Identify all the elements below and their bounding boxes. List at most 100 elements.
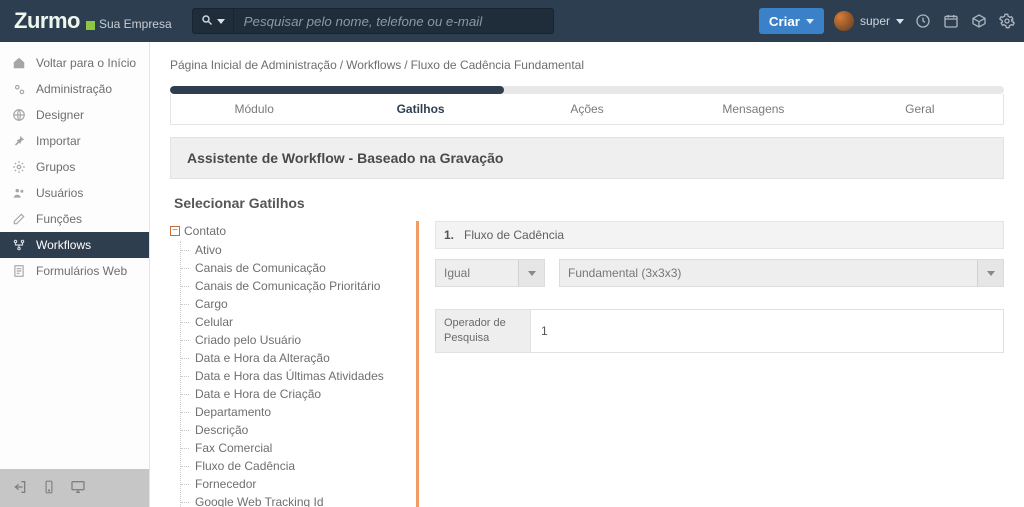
push-pin-icon: [12, 134, 26, 148]
tree-leaf[interactable]: Google Web Tracking Id: [187, 493, 400, 507]
trigger-field-label: Fluxo de Cadência: [464, 228, 564, 242]
sidenav-footer: [0, 469, 149, 507]
sidenav-item-edit[interactable]: Funções: [0, 206, 149, 232]
trigger-row: 1. Fluxo de Cadência: [435, 221, 1004, 249]
tree-leaf[interactable]: Criado pelo Usuário: [187, 331, 400, 349]
sidenav-item-form[interactable]: Formulários Web: [0, 258, 149, 284]
tree-leaf[interactable]: Data e Hora da Alteração: [187, 349, 400, 367]
sidenav-item-push-pin[interactable]: Importar: [0, 128, 149, 154]
wizard-steps: MóduloGatilhosAçõesMensagensGeral: [170, 94, 1004, 125]
breadcrumb-item[interactable]: Workflows: [346, 58, 401, 72]
chevron-down-icon: [896, 19, 904, 24]
sidenav-item-workflow[interactable]: Workflows: [0, 232, 149, 258]
sidenav-item-gears[interactable]: Administração: [0, 76, 149, 102]
sidenav-item-label: Grupos: [36, 160, 75, 174]
sidenav-item-globe[interactable]: Designer: [0, 102, 149, 128]
trigger-config: 1. Fluxo de Cadência Igual Fundamental (…: [416, 221, 1004, 507]
box-icon[interactable]: [970, 12, 988, 30]
wizard-step-ações[interactable]: Ações: [504, 94, 670, 124]
wizard-step-módulo[interactable]: Módulo: [171, 94, 337, 124]
sidenav-item-label: Formulários Web: [36, 264, 127, 278]
tree-leaf[interactable]: Descrição: [187, 421, 400, 439]
sidenav-item-label: Administração: [36, 82, 112, 96]
calendar-icon[interactable]: [942, 12, 960, 30]
topbar-right: Criar super: [759, 8, 1016, 34]
panel-title: Assistente de Workflow - Baseado na Grav…: [170, 137, 1004, 179]
tree-leaf[interactable]: Data e Hora de Criação: [187, 385, 400, 403]
brand-logo[interactable]: Zurmo Sua Empresa: [8, 8, 178, 34]
users-icon: [12, 186, 26, 200]
chevron-down-icon: [977, 260, 1003, 286]
trigger-index: 1.: [444, 228, 454, 242]
globe-icon: [12, 108, 26, 122]
sidenav-item-gear-group[interactable]: Grupos: [0, 154, 149, 180]
structure-input[interactable]: [539, 318, 995, 344]
tree-leaf[interactable]: Canais de Comunicação: [187, 259, 400, 277]
wizard-step-geral[interactable]: Geral: [837, 94, 1003, 124]
tree-leaf[interactable]: Canais de Comunicação Prioritário: [187, 277, 400, 295]
wizard-step-mensagens[interactable]: Mensagens: [670, 94, 836, 124]
tree-leaf[interactable]: Fax Comercial: [187, 439, 400, 457]
create-button-label: Criar: [769, 14, 800, 29]
tree-leaf[interactable]: Cargo: [187, 295, 400, 313]
create-button[interactable]: Criar: [759, 8, 824, 34]
sidenav: Voltar para o Início Administração Designe…: [0, 42, 150, 507]
phone-icon[interactable]: [42, 480, 56, 497]
tree-root-label: Contato: [184, 224, 226, 238]
workflow-icon: [12, 238, 26, 252]
breadcrumb-separator: /: [404, 58, 407, 72]
desktop-icon[interactable]: [70, 479, 86, 498]
sidenav-item-home[interactable]: Voltar para o Início: [0, 50, 149, 76]
chevron-down-icon: [806, 19, 814, 24]
tree-leaf[interactable]: Ativo: [187, 241, 400, 259]
chevron-down-icon: [518, 260, 544, 286]
search-icon: [201, 14, 213, 29]
avatar: [834, 11, 854, 31]
tree-root[interactable]: − Contato: [170, 221, 400, 241]
sidenav-item-label: Designer: [36, 108, 84, 122]
breadcrumb-item: Fluxo de Cadência Fundamental: [411, 58, 584, 72]
topbar: Zurmo Sua Empresa Criar super: [0, 0, 1024, 42]
tree-leaf[interactable]: Fluxo de Cadência: [187, 457, 400, 475]
sidenav-item-label: Voltar para o Início: [36, 56, 136, 70]
value-select[interactable]: Fundamental (3x3x3): [559, 259, 1004, 287]
tree-collapse-icon[interactable]: −: [170, 226, 180, 236]
structure-label: Operador de Pesquisa: [435, 309, 531, 353]
tree-leaf[interactable]: Data e Hora das Últimas Atividades: [187, 367, 400, 385]
breadcrumb-separator: /: [340, 58, 343, 72]
brand-company: Sua Empresa: [99, 17, 172, 31]
field-tree: − Contato AtivoCanais de ComunicaçãoCana…: [170, 221, 400, 507]
brand-name: Zurmo: [14, 8, 80, 34]
content: Página Inicial de Administração/Workflow…: [150, 42, 1024, 507]
chevron-down-icon: [217, 19, 225, 24]
exit-icon[interactable]: [12, 479, 28, 498]
user-menu[interactable]: super: [834, 11, 904, 31]
search-scope-dropdown[interactable]: [192, 8, 234, 34]
form-icon: [12, 264, 26, 278]
gears-icon: [12, 82, 26, 96]
wizard-progress-fill: [170, 86, 504, 94]
sidenav-item-label: Importar: [36, 134, 81, 148]
gear-icon[interactable]: [998, 12, 1016, 30]
sidenav-item-users[interactable]: Usuários: [0, 180, 149, 206]
user-label: super: [860, 14, 890, 28]
search-input[interactable]: [234, 8, 554, 34]
edit-icon: [12, 212, 26, 226]
panel-subheader: Selecionar Gatilhos: [170, 179, 1004, 217]
gear-group-icon: [12, 160, 26, 174]
value-value: Fundamental (3x3x3): [568, 266, 681, 280]
tree-leaf[interactable]: Departamento: [187, 403, 400, 421]
operator-select[interactable]: Igual: [435, 259, 545, 287]
recent-icon[interactable]: [914, 12, 932, 30]
wizard-progress: [170, 86, 1004, 94]
wizard-step-gatilhos[interactable]: Gatilhos: [337, 94, 503, 124]
sidenav-item-label: Usuários: [36, 186, 83, 200]
sidenav-item-label: Workflows: [36, 238, 91, 252]
breadcrumb-item[interactable]: Página Inicial de Administração: [170, 58, 337, 72]
tree-leaf[interactable]: Fornecedor: [187, 475, 400, 493]
operator-value: Igual: [444, 266, 470, 280]
brand-square-icon: [86, 21, 95, 30]
sidenav-item-label: Funções: [36, 212, 82, 226]
home-icon: [12, 56, 26, 70]
tree-leaf[interactable]: Celular: [187, 313, 400, 331]
